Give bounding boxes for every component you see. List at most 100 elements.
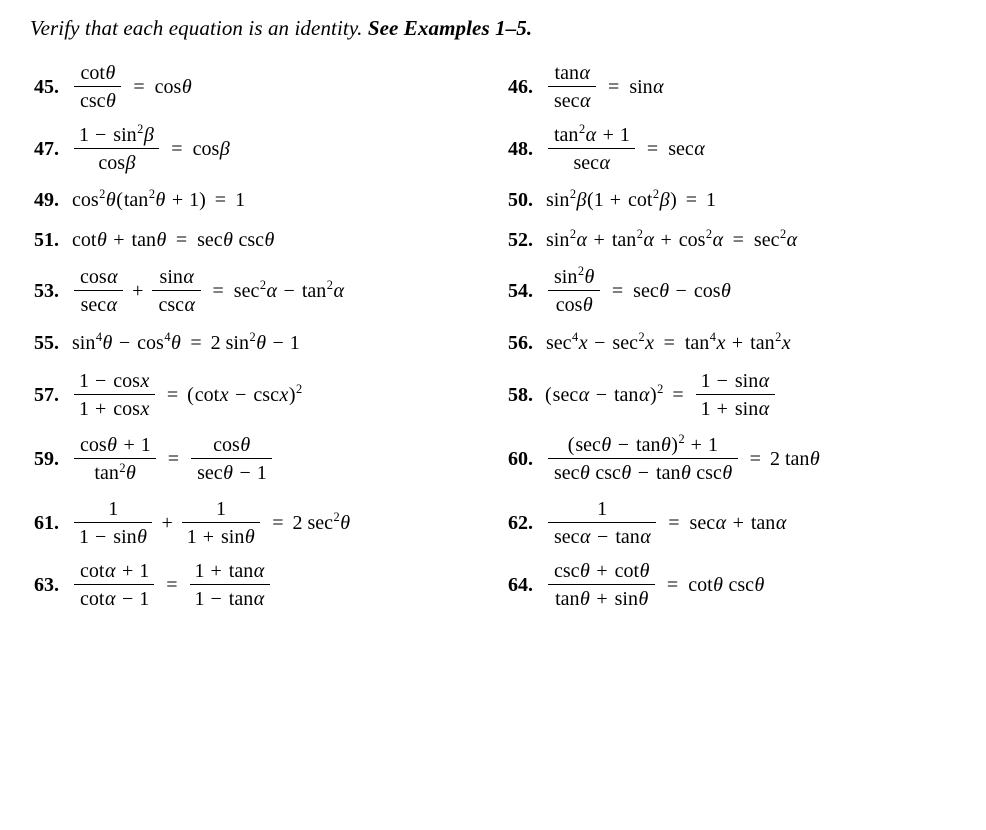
variable: α — [576, 229, 588, 251]
operator: − — [637, 462, 650, 485]
textbook-exercise-page: Verify that each equation is an identity… — [0, 0, 986, 830]
function-name: cos — [113, 369, 140, 392]
exercise-number: 57. — [34, 384, 59, 406]
exercise-50: 50. sin2 β(1 + cot2 β) = 1 — [500, 187, 986, 211]
number: 1 — [700, 369, 711, 392]
exponent: 2 — [99, 187, 106, 202]
fraction-numerator: 1 + tan α — [190, 561, 270, 584]
fraction-numerator: tan α — [549, 63, 596, 86]
fraction: tan α sec α — [548, 63, 597, 111]
function-name: sec2 — [612, 330, 645, 354]
function-name: sin — [629, 76, 653, 98]
equals-sign: = — [668, 512, 680, 534]
number: 1 — [194, 559, 205, 582]
exercise-row: 63. cot α +1 cot α −1 = 1 + tan α 1− tan α 64. csc θ + cot θ… — [0, 554, 986, 616]
variable: θ — [137, 526, 147, 549]
variable: α — [580, 90, 591, 113]
operator: + — [660, 229, 672, 251]
variable: θ — [102, 332, 113, 354]
function-name: sec2 — [307, 510, 340, 534]
fraction-denominator: sec α — [548, 87, 596, 111]
equals-sign: = — [175, 229, 188, 251]
operator: − — [716, 369, 728, 392]
variable: α — [640, 526, 651, 549]
exponent: 4 — [572, 330, 579, 345]
function-name: tan2 — [301, 278, 333, 302]
variable: θ — [809, 448, 820, 470]
exercise-45: 45. cot θ csc θ = cos θ — [0, 63, 500, 112]
fraction: cos θ sec θ −1 — [191, 435, 272, 485]
function-name: sec — [573, 152, 599, 175]
number: 1 — [79, 369, 89, 392]
exercise-number: 60. — [508, 448, 533, 470]
exercise-53: 53. cos α sec α + sin α csc α = sec2 α − tan2 α — [0, 267, 500, 316]
function-name: sin4 — [72, 330, 103, 354]
exercise-number: 55. — [34, 332, 59, 354]
function-name: sec — [552, 384, 579, 406]
variable: θ — [722, 462, 733, 485]
variable: θ — [621, 462, 632, 485]
function-name: cos — [113, 398, 140, 421]
variable: α — [253, 559, 265, 582]
equation: sin2 θ cos θ = sec θ − cos θ — [545, 264, 731, 315]
equation: cos α sec α + sin α csc α = sec2 α − tan2 α — [71, 265, 344, 315]
fraction-denominator: cos β — [92, 149, 141, 173]
fraction-numerator: 1− sin2 β — [74, 123, 159, 148]
parenthesis: ) — [670, 189, 677, 211]
variable: θ — [580, 588, 590, 611]
variable: θ — [105, 189, 116, 211]
function-name: sin — [159, 265, 183, 288]
exercise-52: 52. sin2 α + tan2 α + cos2 α = sec2 α — [500, 227, 986, 251]
function-name: tan — [555, 588, 580, 611]
equation: tan α sec α = sin α — [545, 63, 664, 111]
operator: + — [161, 512, 173, 534]
fraction-numerator: tan2 α +1 — [548, 123, 635, 148]
exercise-58: 58.(sec α − tan α)2 = 1− sin α 1 + sin α — [500, 369, 986, 419]
variable: θ — [105, 61, 116, 84]
equals-sign: = — [166, 574, 178, 596]
variable: x — [140, 398, 150, 421]
operator: − — [594, 332, 606, 354]
equation: (sec θ − tan θ)2 +1 sec θ csc θ − tan θ csc θ = 2 tan θ — [545, 433, 820, 485]
equals-sign: = — [608, 76, 620, 98]
fraction: sin2 θ cos θ — [548, 264, 600, 315]
equation: 1− cos x 1 + cos x =(cot x − csc x)2 — [71, 369, 302, 421]
exponent: 2 — [775, 330, 782, 345]
equation: 1 sec α − tan α = sec α + tan α — [545, 499, 787, 547]
operator: + — [210, 559, 222, 582]
fraction-denominator: sec α − tan α — [548, 523, 656, 547]
variable: θ — [96, 229, 107, 251]
fraction-denominator: tan θ + sin θ — [549, 585, 654, 609]
function-name: cos — [693, 280, 721, 302]
variable: α — [758, 369, 770, 392]
exercise-row: 45. cot θ csc θ = cos θ 46. tan α sec α = sin α — [0, 56, 986, 118]
equals-sign: = — [166, 384, 179, 406]
variable: θ — [156, 229, 167, 251]
operator: − — [617, 433, 630, 456]
function-name: cos — [80, 433, 107, 456]
number: 1 — [108, 497, 119, 520]
exponent: 2 — [577, 264, 585, 279]
variable: θ — [601, 433, 612, 456]
exercise-number: 54. — [508, 280, 533, 302]
variable: θ — [754, 574, 765, 596]
exercise-number: 63. — [34, 574, 59, 596]
variable: β — [219, 138, 230, 160]
function-name: cot — [614, 559, 640, 582]
fraction: 1 1− sin θ — [74, 497, 153, 549]
number: 1 — [140, 433, 151, 456]
exercise-number: 46. — [508, 76, 533, 98]
variable: α — [253, 588, 265, 611]
fraction-numerator: cos θ +1 — [74, 435, 156, 458]
exponent: 2 — [652, 187, 660, 202]
function-name: sec — [197, 229, 223, 251]
exponent: 2 — [569, 227, 577, 242]
instruction-bold-text: See Examples 1–5. — [367, 16, 533, 40]
fraction: 1− sin α 1 + sin α — [695, 369, 775, 419]
operator: − — [239, 462, 251, 485]
exercise-47: 47. 1− sin2 β cos β = cos β — [0, 123, 500, 173]
operator: − — [121, 588, 134, 611]
function-name: tan4 — [684, 330, 716, 354]
equation: cot θ + tan θ = sec θ csc θ — [71, 230, 275, 250]
function-name: cot2 — [627, 187, 660, 211]
